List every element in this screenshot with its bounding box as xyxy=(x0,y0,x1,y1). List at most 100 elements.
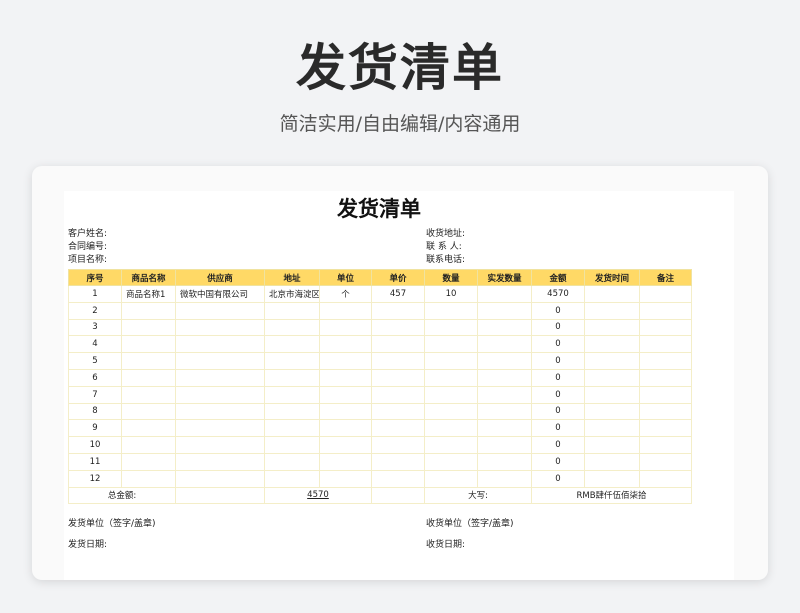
table-cell[interactable] xyxy=(175,419,265,438)
table-cell[interactable] xyxy=(584,419,640,438)
table-cell[interactable]: 3 xyxy=(68,318,122,337)
table-cell[interactable] xyxy=(424,402,478,421)
table-cell[interactable] xyxy=(639,436,692,454)
table-cell[interactable]: 0 xyxy=(531,436,585,454)
table-cell[interactable] xyxy=(584,469,640,488)
table-cell[interactable]: 0 xyxy=(531,335,585,354)
table-cell[interactable] xyxy=(584,436,640,454)
table-cell[interactable]: 2 xyxy=(68,301,122,320)
table-cell[interactable] xyxy=(639,352,692,370)
table-cell[interactable] xyxy=(424,419,478,438)
table-cell[interactable] xyxy=(319,419,372,438)
table-cell[interactable] xyxy=(371,452,425,471)
table-cell[interactable] xyxy=(175,352,265,370)
table-cell[interactable]: 7 xyxy=(68,385,122,404)
table-cell[interactable] xyxy=(319,368,372,387)
table-cell[interactable] xyxy=(121,368,176,387)
table-cell[interactable] xyxy=(477,285,532,303)
table-cell[interactable] xyxy=(319,318,372,337)
table-cell[interactable] xyxy=(371,368,425,387)
table-cell[interactable] xyxy=(175,368,265,387)
table-cell[interactable]: 北京市海淀区 xyxy=(264,285,320,303)
table-cell[interactable]: 0 xyxy=(531,402,585,421)
table-cell[interactable] xyxy=(584,301,640,320)
table-cell[interactable] xyxy=(264,301,320,320)
table-cell[interactable] xyxy=(121,318,176,337)
table-cell[interactable] xyxy=(424,368,478,387)
table-cell[interactable]: 0 xyxy=(531,352,585,370)
table-cell[interactable] xyxy=(477,368,532,387)
table-cell[interactable] xyxy=(477,318,532,337)
table-cell[interactable] xyxy=(175,436,265,454)
table-cell[interactable]: 10 xyxy=(68,436,122,454)
table-cell[interactable] xyxy=(639,335,692,354)
table-cell[interactable] xyxy=(264,335,320,354)
table-cell[interactable]: 1 xyxy=(68,285,122,303)
table-cell[interactable]: 个 xyxy=(319,285,372,303)
table-cell[interactable] xyxy=(319,385,372,404)
table-cell[interactable] xyxy=(477,469,532,488)
table-cell[interactable] xyxy=(584,352,640,370)
table-cell[interactable] xyxy=(371,301,425,320)
table-cell[interactable] xyxy=(424,301,478,320)
table-cell[interactable] xyxy=(121,419,176,438)
table-cell[interactable] xyxy=(319,436,372,454)
table-cell[interactable] xyxy=(264,419,320,438)
table-cell[interactable] xyxy=(371,469,425,488)
table-cell[interactable] xyxy=(584,318,640,337)
table-cell[interactable] xyxy=(264,436,320,454)
table-cell[interactable] xyxy=(121,402,176,421)
table-cell[interactable] xyxy=(639,385,692,404)
table-cell[interactable] xyxy=(121,301,176,320)
table-cell[interactable] xyxy=(371,335,425,354)
table-cell[interactable] xyxy=(319,402,372,421)
table-cell[interactable] xyxy=(424,335,478,354)
table-cell[interactable] xyxy=(584,452,640,471)
table-cell[interactable] xyxy=(584,335,640,354)
table-cell[interactable] xyxy=(371,402,425,421)
table-cell[interactable] xyxy=(371,318,425,337)
table-cell[interactable] xyxy=(371,385,425,404)
table-cell[interactable]: 4 xyxy=(68,335,122,354)
table-cell[interactable] xyxy=(639,402,692,421)
table-cell[interactable] xyxy=(121,436,176,454)
table-cell[interactable] xyxy=(264,452,320,471)
table-cell[interactable]: 微软中国有限公司 xyxy=(175,285,265,303)
table-cell[interactable] xyxy=(175,385,265,404)
table-cell[interactable] xyxy=(424,452,478,471)
table-cell[interactable]: 0 xyxy=(531,368,585,387)
table-cell[interactable]: 0 xyxy=(531,452,585,471)
table-cell[interactable] xyxy=(584,285,640,303)
table-cell[interactable] xyxy=(371,419,425,438)
table-cell[interactable] xyxy=(264,402,320,421)
table-cell[interactable] xyxy=(175,452,265,471)
table-cell[interactable] xyxy=(477,335,532,354)
table-cell[interactable] xyxy=(319,335,372,354)
table-cell[interactable] xyxy=(584,402,640,421)
table-cell[interactable] xyxy=(584,385,640,404)
table-cell[interactable] xyxy=(477,452,532,471)
table-cell[interactable]: 4570 xyxy=(531,285,585,303)
table-cell[interactable] xyxy=(175,402,265,421)
table-cell[interactable] xyxy=(121,469,176,488)
table-cell[interactable] xyxy=(264,469,320,488)
table-cell[interactable] xyxy=(264,385,320,404)
table-cell[interactable]: 商品名称1 xyxy=(121,285,176,303)
table-cell[interactable] xyxy=(319,352,372,370)
table-cell[interactable]: 457 xyxy=(371,285,425,303)
table-cell[interactable] xyxy=(477,419,532,438)
table-cell[interactable]: 8 xyxy=(68,402,122,421)
table-cell[interactable]: 6 xyxy=(68,368,122,387)
table-cell[interactable] xyxy=(639,419,692,438)
table-cell[interactable] xyxy=(477,352,532,370)
table-cell[interactable] xyxy=(424,318,478,337)
table-cell[interactable]: 11 xyxy=(68,452,122,471)
table-cell[interactable] xyxy=(121,452,176,471)
table-cell[interactable] xyxy=(424,469,478,488)
table-cell[interactable] xyxy=(477,301,532,320)
table-cell[interactable] xyxy=(477,385,532,404)
table-cell[interactable] xyxy=(264,368,320,387)
table-cell[interactable] xyxy=(639,318,692,337)
table-cell[interactable] xyxy=(424,385,478,404)
table-cell[interactable] xyxy=(319,452,372,471)
